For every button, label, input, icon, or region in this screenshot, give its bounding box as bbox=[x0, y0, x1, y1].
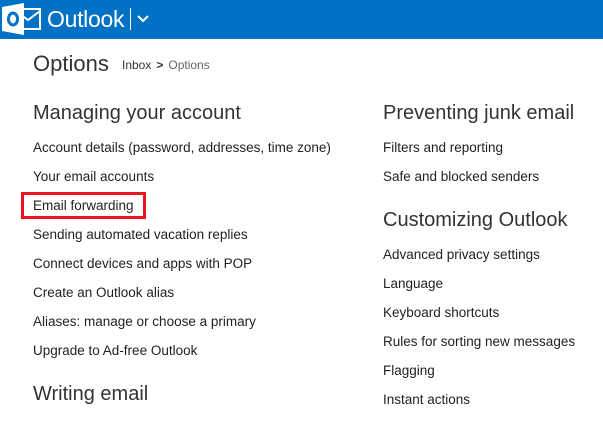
breadcrumb: Inbox > Options bbox=[122, 57, 210, 73]
link-rules-sorting[interactable]: Rules for sorting new messages bbox=[383, 327, 598, 356]
section-writing-email: Writing email bbox=[33, 379, 373, 409]
link-advanced-privacy[interactable]: Advanced privacy settings bbox=[383, 240, 598, 269]
breadcrumb-current: Options bbox=[168, 58, 210, 72]
link-safe-blocked-senders[interactable]: Safe and blocked senders bbox=[383, 162, 598, 191]
section-heading-customizing: Customizing Outlook bbox=[383, 209, 568, 231]
link-email-forwarding-label: Email forwarding bbox=[33, 198, 134, 213]
header-divider bbox=[130, 8, 131, 30]
customizing-link-list: Advanced privacy settings Language Keybo… bbox=[383, 240, 598, 414]
link-email-forwarding[interactable]: Email forwarding bbox=[21, 191, 373, 220]
page-title: Options bbox=[33, 51, 109, 76]
junk-link-list: Filters and reporting Safe and blocked s… bbox=[383, 133, 598, 191]
right-column: Preventing junk email Filters and report… bbox=[383, 98, 598, 428]
link-keyboard-shortcuts[interactable]: Keyboard shortcuts bbox=[383, 298, 598, 327]
managing-link-list: Account details (password, addresses, ti… bbox=[21, 133, 373, 365]
section-customizing: Customizing Outlook Advanced privacy set… bbox=[383, 205, 598, 414]
link-create-alias[interactable]: Create an Outlook alias bbox=[33, 278, 373, 307]
chevron-down-icon[interactable] bbox=[135, 9, 151, 29]
section-heading-managing: Managing your account bbox=[33, 102, 241, 124]
breadcrumb-inbox-link[interactable]: Inbox bbox=[122, 58, 151, 72]
section-junk-email: Preventing junk email Filters and report… bbox=[383, 98, 598, 191]
link-flagging[interactable]: Flagging bbox=[383, 356, 598, 385]
section-managing-account: Managing your account Account details (p… bbox=[21, 98, 373, 365]
link-manage-aliases[interactable]: Aliases: manage or choose a primary bbox=[33, 307, 373, 336]
link-upgrade-ad-free[interactable]: Upgrade to Ad-free Outlook bbox=[33, 336, 373, 365]
link-your-email-accounts[interactable]: Your email accounts bbox=[33, 162, 373, 191]
breadcrumb-separator: > bbox=[156, 58, 164, 72]
outlook-logo-icon[interactable] bbox=[2, 3, 42, 35]
link-vacation-replies[interactable]: Sending automated vacation replies bbox=[33, 220, 373, 249]
top-bar: Outlook bbox=[0, 0, 603, 39]
section-heading-writing: Writing email bbox=[33, 383, 149, 405]
link-filters-reporting[interactable]: Filters and reporting bbox=[383, 133, 598, 162]
section-heading-junk: Preventing junk email bbox=[383, 102, 575, 124]
link-account-details[interactable]: Account details (password, addresses, ti… bbox=[33, 133, 373, 162]
brand-name[interactable]: Outlook bbox=[47, 5, 124, 33]
link-language[interactable]: Language bbox=[383, 269, 598, 298]
left-column: Managing your account Account details (p… bbox=[21, 98, 373, 423]
link-connect-devices-pop[interactable]: Connect devices and apps with POP bbox=[33, 249, 373, 278]
link-instant-actions[interactable]: Instant actions bbox=[383, 385, 598, 414]
